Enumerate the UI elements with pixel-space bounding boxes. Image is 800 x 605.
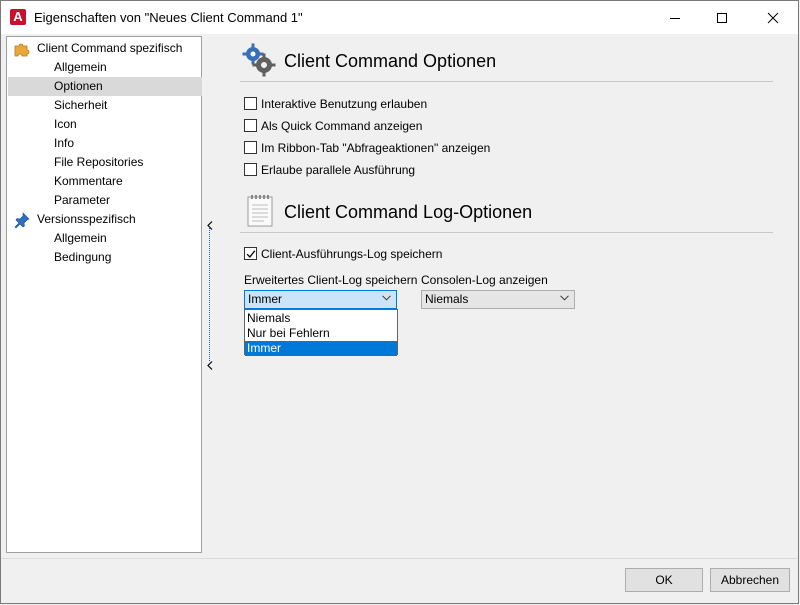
cancel-button[interactable]: Abbrechen (710, 568, 790, 592)
tree-item-label: Optionen (54, 79, 103, 93)
checkbox-box[interactable] (244, 97, 257, 110)
tree-item-parameter[interactable]: Parameter (54, 191, 110, 210)
tree-item-allgemein[interactable]: Allgemein (54, 58, 107, 77)
maximize-button[interactable] (699, 1, 745, 34)
window-title: Eigenschaften von "Neues Client Command … (34, 10, 303, 25)
select-value: Immer (248, 292, 282, 306)
tree-item-label: Icon (54, 117, 77, 131)
tree-item-bedingung[interactable]: Bedingung (54, 248, 111, 267)
tree-item-allgemein-version[interactable]: Allgemein (54, 229, 107, 248)
checkmark-icon (246, 250, 256, 258)
tree-item-label: Client Command spezifisch (37, 41, 183, 55)
checkbox-label: Im Ribbon-Tab "Abfrageaktionen" anzeigen (261, 141, 491, 155)
tree-item-label: Info (54, 136, 75, 150)
section-divider (240, 81, 773, 82)
options-section-title: Client Command Optionen (284, 51, 497, 71)
section-divider (240, 232, 773, 233)
checkbox-label: Erlaube parallele Ausführung (261, 163, 416, 177)
checkbox-label: Interaktive Benutzung erlauben (261, 97, 428, 111)
close-button[interactable] (750, 1, 796, 34)
checkbox-label: Client-Ausführungs-Log speichern (261, 247, 443, 261)
log-section-title: Client Command Log-Optionen (284, 202, 533, 222)
checkbox-box[interactable] (244, 163, 257, 176)
extended-log-label: Erweitertes Client-Log speichern (244, 273, 418, 287)
checkbox-box[interactable] (244, 247, 257, 260)
properties-dialog: A Eigenschaften von "Neues Client Comman… (0, 0, 799, 604)
checkbox-box[interactable] (244, 119, 257, 132)
dropdown-option-niemals[interactable]: Niemals (245, 311, 397, 326)
extended-log-select[interactable]: Immer (244, 290, 397, 309)
minimize-button[interactable] (652, 1, 698, 34)
tree-item-label: Allgemein (54, 60, 107, 74)
pin-icon (14, 212, 30, 229)
chevron-down-icon (560, 295, 569, 301)
dropdown-option-nur-bei-fehlern[interactable]: Nur bei Fehlern (245, 326, 397, 341)
app-logo-icon: A (10, 9, 26, 25)
tree-item-sicherheit[interactable]: Sicherheit (54, 96, 107, 115)
close-icon (767, 12, 779, 23)
tree-item-label: Allgemein (54, 231, 107, 245)
splitter-line (209, 227, 210, 361)
gears-icon (242, 43, 276, 77)
tree-item-versionsspezifisch[interactable]: Versionsspezifisch (7, 210, 201, 229)
tree-item-kommentare[interactable]: Kommentare (54, 172, 123, 191)
tree-item-label: Versionsspezifisch (37, 212, 136, 226)
collapse-left-icon[interactable] (207, 361, 213, 370)
panel-splitter[interactable] (206, 215, 214, 375)
tree-item-file-repositories[interactable]: File Repositories (54, 153, 143, 172)
tree-item-label: Parameter (54, 193, 111, 207)
console-log-select[interactable]: Niemals (421, 290, 575, 309)
puzzle-icon (14, 43, 30, 57)
tree-item-label: Kommentare (54, 174, 123, 188)
title-bar: A Eigenschaften von "Neues Client Comman… (1, 1, 798, 34)
tree-item-icon[interactable]: Icon (54, 115, 77, 134)
tree-item-label: File Repositories (54, 155, 144, 169)
maximize-icon (717, 12, 727, 23)
notepad-icon (247, 195, 273, 227)
minimize-icon (670, 17, 680, 19)
chevron-down-icon (382, 295, 391, 301)
checkbox-box[interactable] (244, 141, 257, 154)
navigation-tree: Client Command spezifisch Allgemein Opti… (6, 36, 202, 553)
tree-item-label: Bedingung (54, 250, 112, 264)
extended-log-dropdown-list: Niemals Nur bei Fehlern Immer (244, 309, 398, 356)
tree-item-info[interactable]: Info (54, 134, 74, 153)
console-log-label: Consolen-Log anzeigen (421, 273, 548, 287)
ok-button[interactable]: OK (625, 568, 703, 592)
collapse-left-icon[interactable] (207, 221, 213, 230)
tree-item-optionen[interactable]: Optionen (8, 77, 202, 96)
select-value: Niemals (425, 292, 469, 306)
footer-divider (1, 558, 798, 559)
dropdown-option-immer[interactable]: Immer (245, 341, 397, 356)
tree-item-client-command-spezifisch[interactable]: Client Command spezifisch (7, 39, 201, 58)
tree-item-label: Sicherheit (54, 98, 108, 112)
checkbox-label: Als Quick Command anzeigen (261, 119, 423, 133)
